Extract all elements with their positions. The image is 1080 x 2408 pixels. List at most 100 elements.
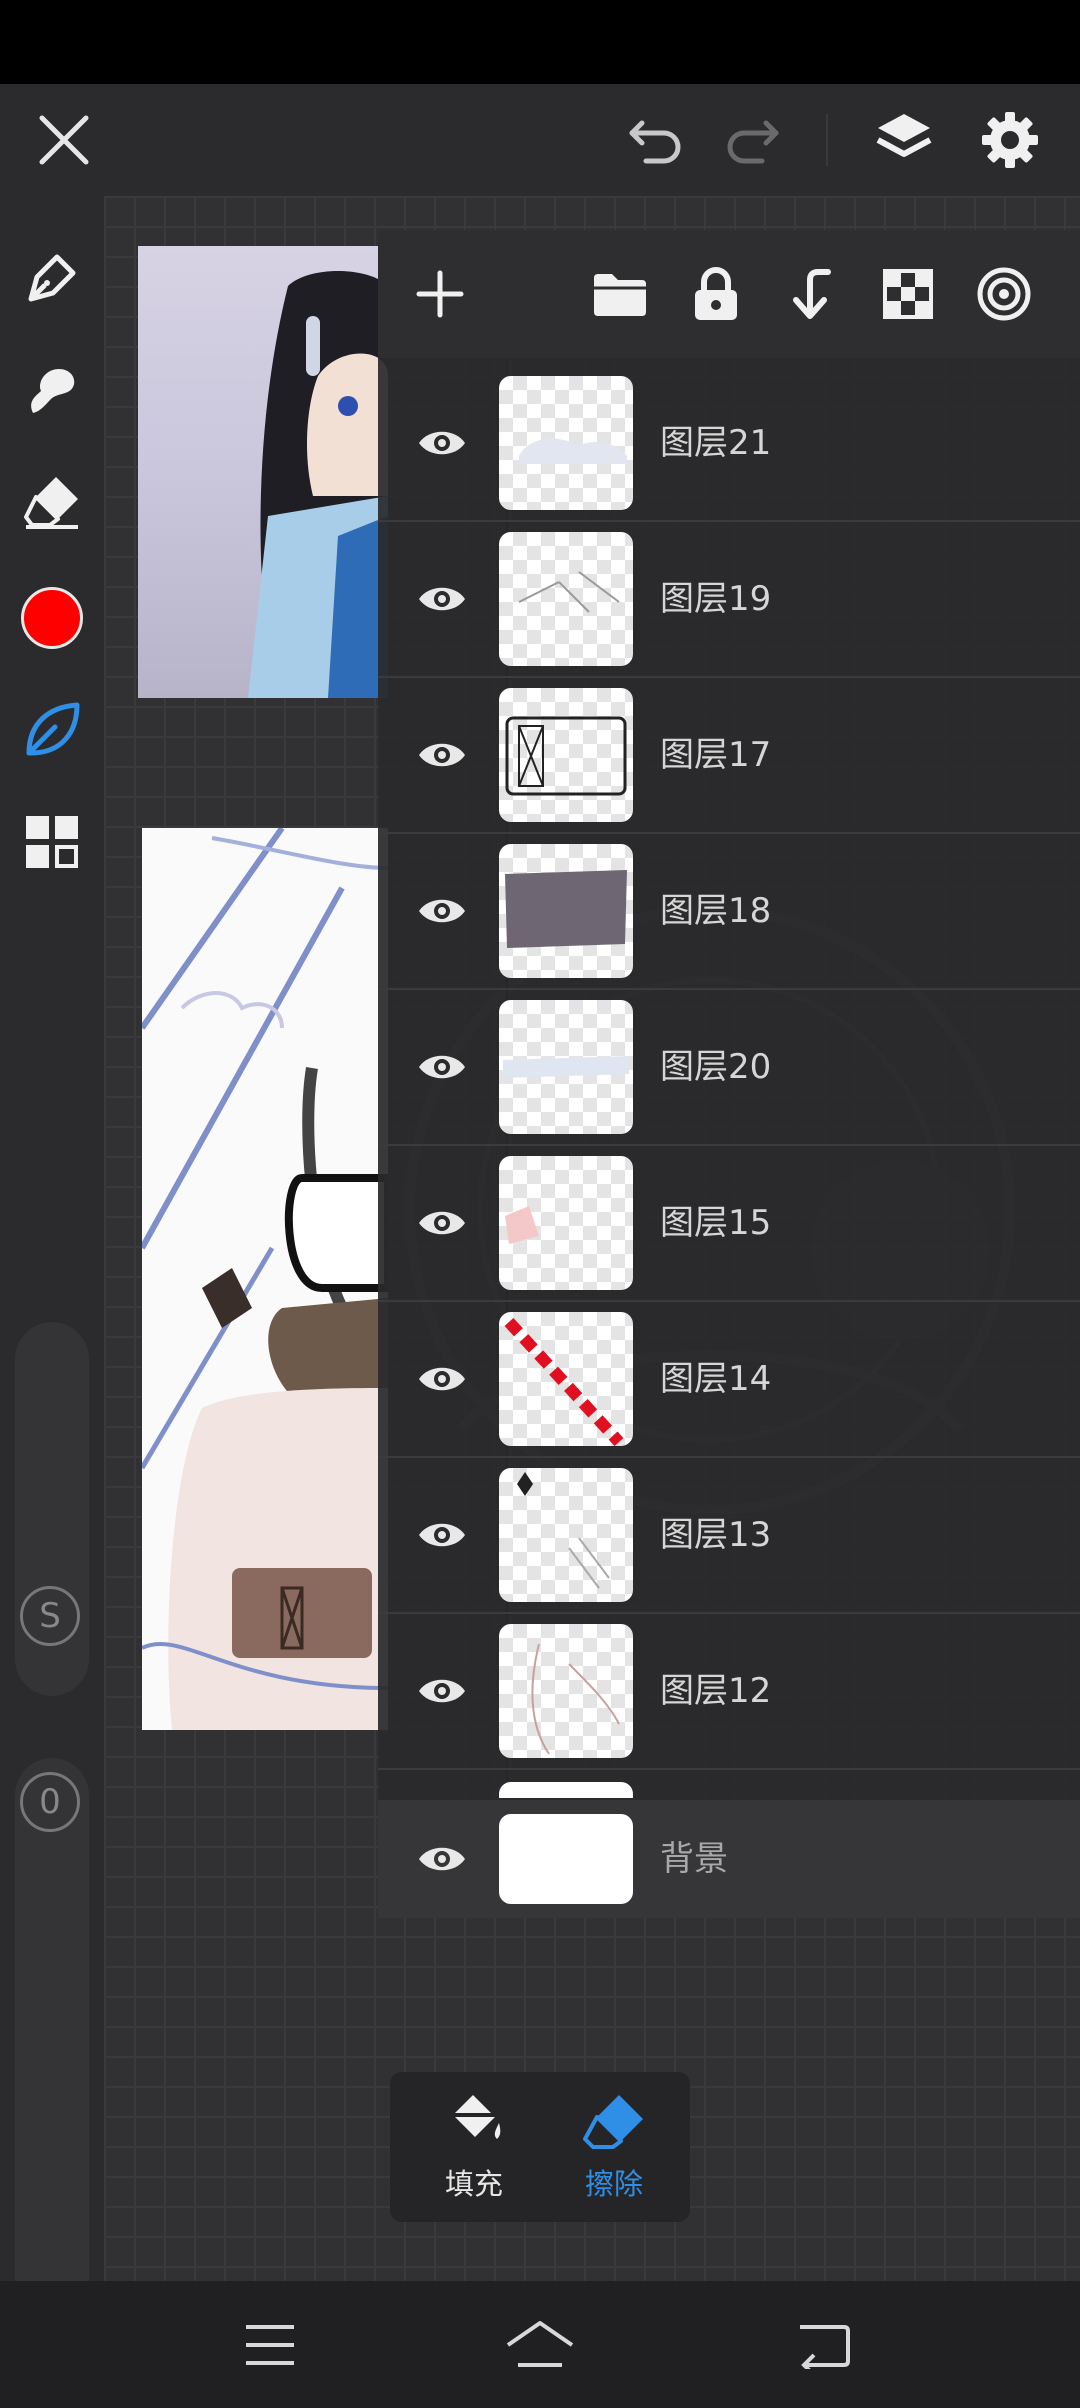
layer-row[interactable]: 图层21 bbox=[378, 366, 1080, 522]
redo-icon bbox=[727, 120, 779, 164]
layer-name: 背景 bbox=[660, 1839, 728, 1879]
reference-image-sketch bbox=[139, 826, 392, 1730]
undo-button[interactable] bbox=[606, 84, 706, 196]
eye-icon bbox=[419, 431, 465, 455]
brush-opacity-label: 0 bbox=[20, 1772, 80, 1832]
transparency-button[interactable] bbox=[860, 230, 956, 358]
undo-icon bbox=[629, 120, 681, 164]
layer-name: 图层21 bbox=[660, 423, 772, 463]
eye-icon bbox=[419, 1055, 465, 1079]
layer-row[interactable]: 图层17 bbox=[378, 678, 1080, 834]
layers-panel-toolbar bbox=[378, 230, 1080, 358]
visibility-toggle[interactable] bbox=[398, 366, 486, 520]
visibility-toggle[interactable] bbox=[398, 522, 486, 676]
menu-icon bbox=[246, 2324, 294, 2365]
layer-thumbnail bbox=[499, 376, 633, 510]
erase-label: 擦除 bbox=[584, 2167, 643, 2201]
home-icon bbox=[506, 2320, 574, 2367]
transparency-icon bbox=[883, 269, 933, 319]
settings-button[interactable] bbox=[960, 84, 1060, 196]
layer-row[interactable]: 图层12 bbox=[378, 1614, 1080, 1770]
visibility-toggle[interactable] bbox=[398, 834, 486, 988]
merge-down-button[interactable] bbox=[764, 230, 860, 358]
reference-image-character bbox=[138, 246, 388, 698]
brush-opacity-slider[interactable] bbox=[15, 1758, 89, 2338]
layer-name: 图层19 bbox=[660, 579, 772, 619]
layer-name: 图层17 bbox=[660, 735, 772, 775]
layer-thumbnail bbox=[499, 1156, 633, 1290]
eye-icon bbox=[419, 587, 465, 611]
layer-thumbnail bbox=[499, 1468, 633, 1602]
layer-name: 图层18 bbox=[660, 891, 772, 931]
toolbar-divider bbox=[826, 114, 828, 166]
eye-icon bbox=[419, 1211, 465, 1235]
layer-name: 图层13 bbox=[660, 1515, 772, 1555]
status-bar bbox=[0, 0, 1080, 84]
layer-row[interactable]: 图层20 bbox=[378, 990, 1080, 1146]
layer-row[interactable]: 图层13 bbox=[378, 1458, 1080, 1614]
visibility-toggle[interactable] bbox=[398, 1302, 486, 1456]
layer-thumbnail bbox=[499, 1814, 633, 1904]
folder-icon bbox=[594, 274, 646, 316]
grid-menu-icon bbox=[26, 816, 78, 868]
visibility-toggle[interactable] bbox=[398, 1146, 486, 1300]
color-picker-button[interactable] bbox=[0, 568, 104, 668]
layer-row[interactable]: 图层14 bbox=[378, 1302, 1080, 1458]
paint-bucket-icon bbox=[453, 2095, 501, 2139]
layer-thumbnail bbox=[499, 688, 633, 822]
eraser-tool-button[interactable] bbox=[0, 452, 104, 552]
new-folder-button[interactable] bbox=[572, 230, 668, 358]
layer-name: 图层14 bbox=[660, 1359, 772, 1399]
eraser-icon bbox=[583, 2095, 643, 2149]
background-layer-row[interactable]: 背景 bbox=[378, 1800, 1080, 1918]
lock-layer-button[interactable] bbox=[668, 230, 764, 358]
layer-name: 图层12 bbox=[660, 1671, 772, 1711]
fill-button[interactable]: 填充 bbox=[404, 2072, 544, 2222]
eye-icon bbox=[419, 899, 465, 923]
layer-thumbnail bbox=[499, 532, 633, 666]
add-layer-button[interactable] bbox=[392, 230, 488, 358]
visibility-toggle[interactable] bbox=[398, 1458, 486, 1612]
layers-button[interactable] bbox=[854, 84, 954, 196]
add-layer-icon bbox=[416, 270, 464, 318]
home-nav-button[interactable] bbox=[480, 2281, 600, 2408]
top-toolbar bbox=[0, 84, 1080, 196]
pen-tool-button[interactable] bbox=[0, 228, 104, 328]
fill-label: 填充 bbox=[444, 2167, 503, 2201]
layer-row[interactable]: 图层18 bbox=[378, 834, 1080, 990]
layer-name: 图层20 bbox=[660, 1047, 772, 1087]
eye-icon bbox=[419, 1523, 465, 1547]
visibility-toggle[interactable] bbox=[398, 1800, 486, 1918]
layer-row[interactable]: 图层15 bbox=[378, 1146, 1080, 1302]
layer-name: 图层15 bbox=[660, 1203, 772, 1243]
fill-erase-toggle: 填充 擦除 bbox=[390, 2072, 690, 2222]
color-swatch bbox=[21, 587, 83, 649]
eraser-icon bbox=[24, 477, 78, 529]
merge-down-icon bbox=[793, 269, 831, 319]
layers-panel: 图层21 图层19 图层17 图层18 图层20 图层15 图层14 图层13 … bbox=[378, 230, 1080, 1918]
close-button[interactable] bbox=[14, 84, 114, 196]
layer-thumbnail bbox=[499, 844, 633, 978]
visibility-toggle[interactable] bbox=[398, 678, 486, 832]
gear-icon bbox=[982, 112, 1038, 168]
eye-icon bbox=[419, 743, 465, 767]
visibility-toggle[interactable] bbox=[398, 990, 486, 1144]
leaf-brush-icon bbox=[26, 702, 80, 756]
smudge-tool-button[interactable] bbox=[0, 340, 104, 440]
layer-thumbnail bbox=[499, 1624, 633, 1758]
eye-icon bbox=[419, 1367, 465, 1391]
layer-thumbnail-partial bbox=[499, 1782, 633, 1798]
back-nav-button[interactable] bbox=[764, 2281, 884, 2408]
layer-row[interactable]: 图层19 bbox=[378, 522, 1080, 678]
layer-target-button[interactable] bbox=[956, 230, 1052, 358]
redo-button[interactable] bbox=[702, 84, 802, 196]
menu-nav-button[interactable] bbox=[210, 2281, 330, 2408]
visibility-toggle[interactable] bbox=[398, 1614, 486, 1768]
target-icon bbox=[977, 267, 1031, 321]
lock-icon bbox=[695, 267, 737, 320]
erase-button[interactable]: 擦除 bbox=[544, 2072, 684, 2222]
more-tools-button[interactable] bbox=[0, 792, 104, 892]
smudge-icon bbox=[31, 369, 75, 413]
layer-thumbnail bbox=[499, 1312, 633, 1446]
brush-tool-button[interactable] bbox=[0, 680, 104, 780]
